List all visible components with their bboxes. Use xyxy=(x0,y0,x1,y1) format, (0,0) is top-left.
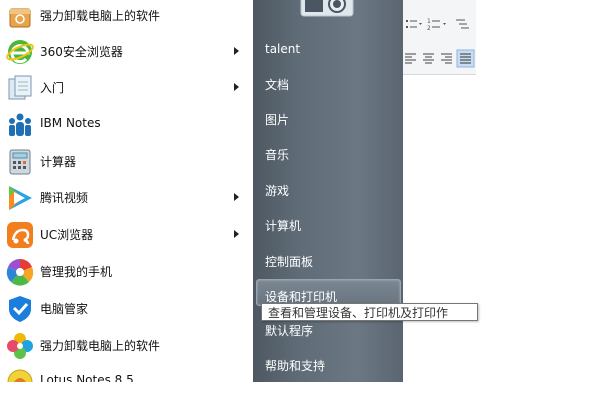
word-ribbon-fragment: 1 2 xyxy=(403,0,476,75)
computer-link[interactable]: 计算机 xyxy=(265,217,301,234)
uninstall-clover-icon xyxy=(7,333,33,359)
svg-text:1: 1 xyxy=(427,18,431,25)
submenu-arrow-icon xyxy=(234,83,239,91)
ibm-notes-icon xyxy=(9,113,31,136)
bullet-list-icon xyxy=(406,20,422,28)
start-menu-right-panel: talent 文档 图片 音乐 游戏 计算机 控制面板 设备和打印机 默认程序 … xyxy=(253,0,403,382)
program-label: 电脑管家 xyxy=(40,302,89,316)
program-label: 计算器 xyxy=(40,155,77,169)
uc-browser-icon xyxy=(7,222,33,248)
help-and-support-link[interactable]: 帮助和支持 xyxy=(265,357,325,374)
program-label: UC浏览器 xyxy=(40,228,94,242)
browser-360-icon xyxy=(6,40,34,64)
document-background xyxy=(476,0,600,400)
program-item-getting-started[interactable]: 入门 xyxy=(0,70,253,106)
align-right-icon xyxy=(441,53,452,64)
tencent-video-icon xyxy=(9,186,32,210)
paragraph-format-icons: 1 2 xyxy=(405,18,475,68)
program-label: IBM Notes xyxy=(40,116,101,130)
pictures-link[interactable]: 图片 xyxy=(265,111,289,128)
music-link[interactable]: 音乐 xyxy=(265,146,289,163)
program-item-lotus-notes[interactable]: Lotus Notes 8.5 xyxy=(0,364,253,382)
align-center-icon xyxy=(423,53,434,64)
svg-text:2: 2 xyxy=(427,25,431,32)
program-item-uc-browser[interactable]: UC浏览器 xyxy=(0,217,253,253)
program-label: Lotus Notes 8.5 xyxy=(40,373,134,382)
games-link[interactable]: 游戏 xyxy=(265,182,289,199)
program-label: 管理我的手机 xyxy=(40,265,113,279)
uninstall-box-icon xyxy=(9,8,31,28)
multilevel-list-icon xyxy=(456,19,469,29)
submenu-arrow-icon xyxy=(234,230,239,238)
pc-manager-icon xyxy=(9,296,31,322)
program-item-360-browser[interactable]: 360安全浏览器 xyxy=(0,34,253,70)
justify-icon xyxy=(456,49,475,68)
user-folder-link[interactable]: talent xyxy=(265,42,300,56)
program-item-uninstaller[interactable]: 强力卸载电脑上的软件 xyxy=(0,0,253,34)
bottom-strip xyxy=(0,382,600,400)
submenu-arrow-icon xyxy=(234,193,239,201)
program-item-tencent-video[interactable]: 腾讯视频 xyxy=(0,180,253,216)
program-item-uninstaller-2[interactable]: 强力卸载电脑上的软件 xyxy=(0,328,253,364)
program-label: 腾讯视频 xyxy=(40,191,89,205)
align-left-icon xyxy=(405,53,416,64)
program-item-pc-manager[interactable]: 电脑管家 xyxy=(0,291,253,327)
program-item-ibm-notes[interactable]: IBM Notes xyxy=(0,107,253,143)
lotus-notes-icon xyxy=(7,369,33,382)
default-programs-link[interactable]: 默认程序 xyxy=(265,322,313,339)
program-item-phone-manager[interactable]: 管理我的手机 xyxy=(0,254,253,290)
program-item-calculator[interactable]: 计算器 xyxy=(0,144,253,180)
devices-tooltip: 查看和管理设备、打印机及打印作 xyxy=(261,303,478,321)
program-label: 360安全浏览器 xyxy=(40,45,123,59)
start-menu-program-list: 强力卸载电脑上的软件 360安全浏览器 入门 IBM Notes 计算器 腾讯视… xyxy=(0,0,253,382)
documents-link[interactable]: 文档 xyxy=(265,76,289,93)
user-picture-icon xyxy=(300,0,354,17)
calculator-icon xyxy=(9,149,31,175)
submenu-arrow-icon xyxy=(234,47,239,55)
program-label: 强力卸载电脑上的软件 xyxy=(40,9,161,23)
program-label: 强力卸载电脑上的软件 xyxy=(40,339,161,353)
getting-started-icon xyxy=(8,75,32,100)
phone-manager-icon xyxy=(6,259,34,286)
numbered-list-icon: 1 2 xyxy=(427,18,446,32)
control-panel-link[interactable]: 控制面板 xyxy=(265,253,313,270)
program-label: 入门 xyxy=(40,81,65,95)
